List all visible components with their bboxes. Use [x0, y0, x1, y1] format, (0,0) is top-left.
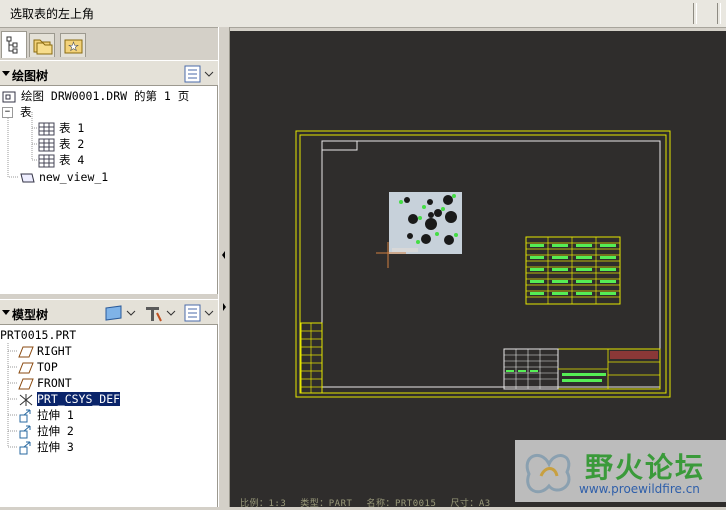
tree-settings-button[interactable] [183, 65, 215, 83]
tree-item-extrude-3[interactable]: 拉伸 3 [18, 439, 74, 455]
status-type: 类型：PART [300, 499, 353, 509]
tree-item-right[interactable]: RIGHT [18, 343, 72, 359]
table-2 [525, 236, 621, 305]
status-size: 尺寸：A3 [450, 499, 491, 509]
table-left [300, 322, 323, 394]
tree-item-label: TOP [37, 360, 58, 374]
csys-icon [19, 393, 33, 406]
drawing-tree: 绘图 DRW0001.DRW 的第 1 页 − 表 表 1 表 2 表 4 ne… [0, 86, 218, 294]
show-button[interactable] [103, 304, 137, 322]
tree-item-label: 表 4 [59, 153, 85, 167]
tree-connectors [7, 112, 38, 178]
watermark-url: www.proewildfire.cn [579, 482, 700, 496]
expand-right-icon [223, 303, 226, 311]
tree-item-label: 拉伸 2 [37, 424, 74, 438]
tab-folder-browser[interactable] [29, 33, 55, 57]
collapse-left-icon [222, 251, 225, 259]
tree-item-csys[interactable]: PRT_CSYS_DEF [18, 391, 121, 407]
drawing-sheet [295, 130, 671, 398]
extrude-icon [19, 409, 31, 422]
tree-item-label: 表 2 [59, 137, 85, 151]
datum-plane-icon [18, 346, 34, 357]
status-scale: 比例：1:3 [240, 499, 287, 509]
tree-item-label: 表 1 [59, 121, 85, 135]
datum-plane-icon [18, 362, 34, 373]
tree-item-top[interactable]: TOP [18, 359, 58, 375]
watermark: 野火论坛 www.proewildfire.cn [515, 440, 726, 502]
extrude-icon [19, 441, 31, 454]
toolbar-grip[interactable] [693, 3, 697, 24]
tree-item-label: 拉伸 3 [37, 440, 74, 454]
extrude-icon [19, 425, 31, 438]
drawing-status: 比例：1:3 类型：PART 名称：PRT0015 尺寸：A3 [240, 496, 505, 509]
tab-model-tree[interactable] [1, 31, 27, 58]
message-text: 选取表的左上角 [10, 7, 95, 21]
title-block [503, 348, 661, 390]
tree-item-front[interactable]: FRONT [18, 375, 72, 391]
collapse-triangle-icon[interactable] [2, 71, 10, 76]
navigator-tabs [0, 31, 218, 59]
tab-favorites[interactable] [60, 33, 86, 57]
navigator-splitter[interactable] [218, 27, 230, 507]
tree-columns-button[interactable] [183, 304, 215, 322]
model-tree-title: 模型树 [12, 308, 49, 322]
tree-item-extrude-1[interactable]: 拉伸 1 [18, 407, 74, 423]
drawing-tree-title: 绘图树 [12, 69, 49, 83]
splitter-arrows [222, 251, 226, 311]
corner-box [321, 140, 358, 151]
tree-item-label: 拉伸 1 [37, 408, 74, 422]
tree-item-extrude-2[interactable]: 拉伸 2 [18, 423, 74, 439]
tree-icon [6, 36, 18, 54]
collapse-triangle-icon[interactable] [2, 310, 10, 315]
model-tree-header[interactable]: 模型树 [0, 299, 218, 325]
settings-tools-button[interactable] [143, 304, 177, 322]
tree-item-label: PRT_CSYS_DEF [37, 392, 121, 406]
status-name: 名称：PRT0015 [366, 499, 437, 509]
message-bar: 选取表的左上角 [0, 0, 726, 28]
tree-item-label: FRONT [37, 376, 72, 390]
folder-icon [33, 39, 53, 55]
sheet-frame [321, 140, 661, 388]
watermark-title: 野火论坛 [585, 451, 706, 484]
datum-plane-icon [18, 378, 34, 389]
model-tree: PRT0015.PRT RIGHT TOP FRONT PRT_CSYS_DEF… [0, 325, 218, 507]
favorites-icon [64, 39, 83, 54]
toolbar-grip[interactable] [717, 3, 721, 24]
csys-label [392, 248, 418, 252]
drawing-canvas[interactable] [230, 31, 726, 507]
watermark-logo [525, 453, 571, 494]
drawing-tree-header[interactable]: 绘图树 [0, 60, 218, 86]
tree-item-label: RIGHT [37, 344, 72, 358]
